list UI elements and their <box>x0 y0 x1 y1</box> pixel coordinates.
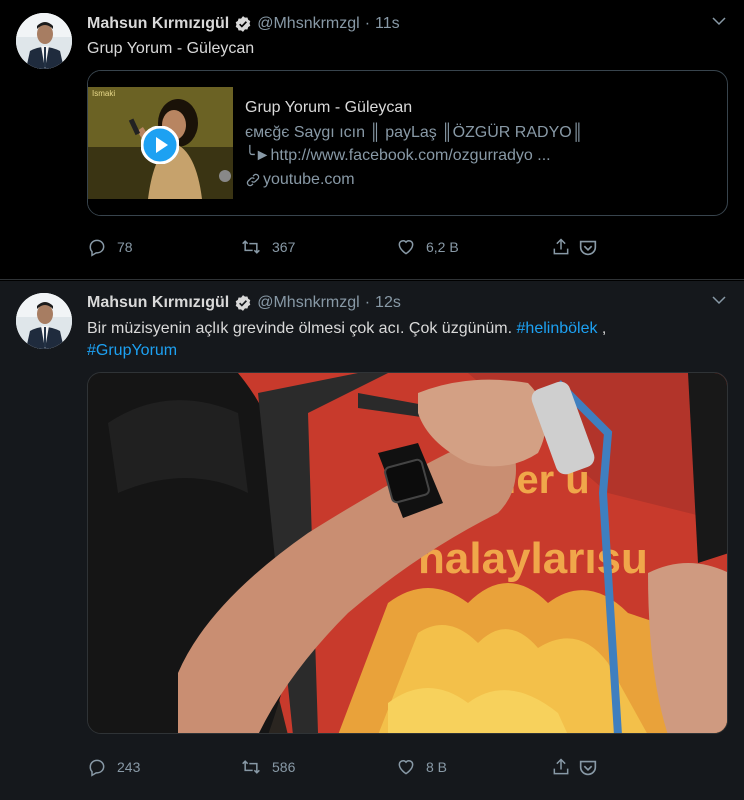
card-description-line2: ╰►http://www.facebook.com/ozgurradyo ... <box>245 147 551 164</box>
card-description-line1: ємєğє Saygı ıcın ║ payLaş ║ÖZGÜR RADYO║ <box>245 124 584 141</box>
like-button[interactable]: 8 B <box>396 757 447 777</box>
timestamp[interactable]: 11s <box>375 15 400 33</box>
separator-dot: · <box>364 15 371 32</box>
reply-count: 78 <box>117 239 133 255</box>
tweet[interactable]: Mahsun Kırmızıgül @Mhsnkrmzgl · 11s Grup… <box>0 0 744 280</box>
share-button[interactable] <box>551 757 571 777</box>
retweet-icon <box>242 240 260 254</box>
hashtag-link[interactable]: #GrupYorum <box>87 342 177 359</box>
link-icon <box>245 172 261 188</box>
pocket-icon <box>579 240 597 256</box>
share-button[interactable] <box>551 237 571 257</box>
author-handle[interactable]: @Mhsnkrmzgl <box>257 15 359 33</box>
like-count: 8 B <box>426 759 448 775</box>
reply-icon <box>89 759 105 777</box>
share-icon <box>553 238 569 255</box>
reply-button[interactable]: 78 <box>87 237 133 257</box>
tweet-text-body: Bir müzisyenin açlık grevinde ölmesi çok… <box>87 320 517 337</box>
pocket-icon <box>579 760 597 776</box>
card-domain: youtube.com <box>263 171 355 188</box>
avatar[interactable] <box>16 293 72 349</box>
like-count: 6,2 B <box>426 239 459 255</box>
bookmark-button[interactable] <box>577 237 599 259</box>
timestamp[interactable]: 12s <box>375 294 401 312</box>
link-card[interactable]: Ismaki Grup Yorum - Güleycan ємєğє Saygı… <box>87 70 728 216</box>
like-button[interactable]: 6,2 B <box>396 237 459 257</box>
vest-text-line2: halaylarısu <box>418 534 648 583</box>
bookmark-button[interactable] <box>577 757 599 779</box>
retweet-icon <box>242 760 260 774</box>
verified-badge-icon <box>234 15 252 33</box>
retweet-count: 367 <box>272 239 296 255</box>
retweet-button[interactable]: 367 <box>240 237 295 257</box>
separator-dot: · <box>364 294 371 311</box>
chevron-down-icon[interactable] <box>710 291 728 314</box>
tweet-image[interactable]: ıller u halaylarısu <box>87 372 728 734</box>
heart-icon <box>398 760 414 775</box>
reply-count: 243 <box>117 759 141 775</box>
hashtag-link[interactable]: #helinbölek <box>517 320 598 337</box>
share-icon <box>553 758 569 775</box>
avatar[interactable] <box>16 13 72 69</box>
chevron-down-icon[interactable] <box>710 12 728 35</box>
tweet-text: Grup Yorum - Güleycan <box>87 40 255 57</box>
retweet-count: 586 <box>272 759 296 775</box>
video-thumbnail[interactable]: Ismaki <box>88 71 233 215</box>
reply-icon <box>89 239 105 257</box>
author-handle[interactable]: @Mhsnkrmzgl <box>257 294 359 312</box>
card-title[interactable]: Grup Yorum - Güleycan <box>245 98 583 118</box>
verified-badge-icon <box>234 294 252 312</box>
reply-button[interactable]: 243 <box>87 757 140 777</box>
author-name[interactable]: Mahsun Kırmızıgül <box>87 15 229 33</box>
author-name[interactable]: Mahsun Kırmızıgül <box>87 294 229 312</box>
tweet-text: Bir müzisyenin açlık grevinde ölmesi çok… <box>87 318 727 362</box>
heart-icon <box>398 240 414 255</box>
text-separator: , <box>597 320 607 337</box>
thumbnail-label: Ismaki <box>92 89 116 98</box>
play-icon[interactable] <box>140 125 180 169</box>
retweet-button[interactable]: 586 <box>240 757 295 777</box>
